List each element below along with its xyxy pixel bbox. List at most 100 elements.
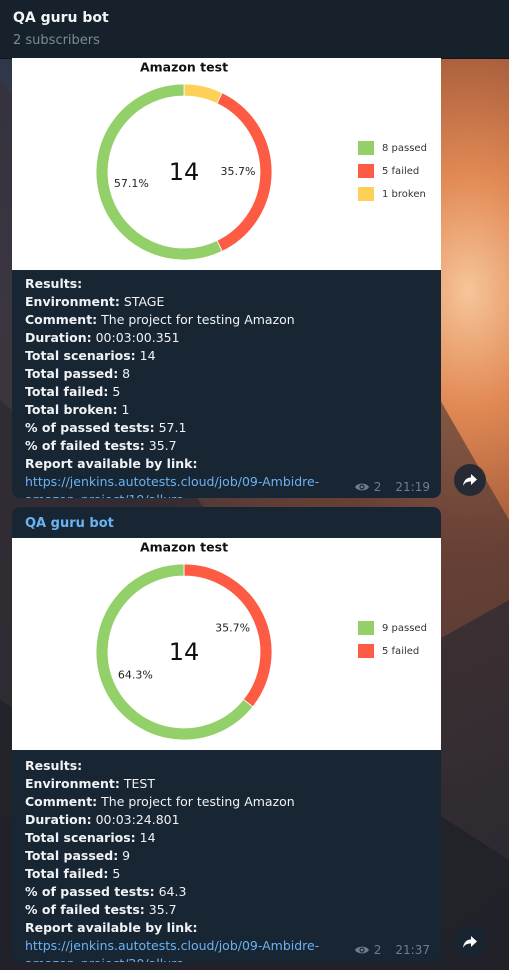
result-line: Environment: TEST <box>25 775 430 793</box>
result-value: 35.7 <box>144 438 177 453</box>
result-label: Results: <box>25 276 83 291</box>
chart-center-total: 14 <box>169 158 200 186</box>
result-line: Results: <box>25 757 430 775</box>
channel-title: QA guru bot <box>13 10 109 26</box>
result-line: % of passed tests: 57.1 <box>25 419 430 437</box>
chart-center-total: 14 <box>169 638 200 666</box>
result-value: 5 <box>108 866 121 881</box>
result-label: Duration: <box>25 812 92 827</box>
slice-label: 35.7% <box>215 622 250 635</box>
result-label: Duration: <box>25 330 92 345</box>
pie-chart: Amazon test 35.7% 57.1% 14 8 passed 5 failed 1… <box>95 60 427 261</box>
message-time: 21:37 <box>395 943 430 957</box>
share-arrow-icon <box>463 474 477 486</box>
result-line: Comment: The project for testing Amazon <box>25 793 430 811</box>
message-time: 21:19 <box>395 480 430 494</box>
chart-title: Amazon test <box>140 540 228 555</box>
result-value: 14 <box>135 830 156 845</box>
pie-chart: Amazon test 35.7% 64.3% 14 9 passed 5 failed <box>95 540 427 741</box>
result-label: Results: <box>25 758 83 773</box>
chat-header[interactable]: QA guru bot 2 subscribers <box>0 0 509 59</box>
result-label: Environment: <box>25 294 120 309</box>
legend-swatch <box>358 164 374 178</box>
result-line: % of failed tests: 35.7 <box>25 437 430 455</box>
result-label: Comment: <box>25 312 98 327</box>
share-arrow-icon <box>463 936 477 948</box>
view-count: 2 <box>373 480 382 494</box>
legend-swatch <box>358 141 374 155</box>
report-link[interactable]: https://jenkins.autotests.cloud/job/09-A… <box>25 938 319 962</box>
result-label: % of passed tests: <box>25 420 155 435</box>
chart-image[interactable]: Amazon test 35.7% 57.1% 14 8 passed 5 failed 1… <box>12 58 441 270</box>
result-line: Total broken: 1 <box>25 401 430 419</box>
result-line: Comment: The project for testing Amazon <box>25 311 430 329</box>
result-label: Total scenarios: <box>25 830 136 845</box>
result-line: Environment: STAGE <box>25 293 430 311</box>
legend-label: 9 passed <box>382 623 427 634</box>
legend-label: 5 failed <box>382 646 419 657</box>
legend-swatch <box>358 187 374 201</box>
eye-icon <box>354 483 369 491</box>
result-label: Total broken: <box>25 402 118 417</box>
result-line: Total failed: 5 <box>25 865 430 883</box>
result-line: Total passed: 8 <box>25 365 430 383</box>
result-line: Total scenarios: 14 <box>25 347 430 365</box>
result-value: 00:03:00.351 <box>91 330 180 345</box>
message-bubble[interactable]: Amazon test 35.7% 57.1% 14 8 passed 5 failed 1… <box>12 58 441 498</box>
result-label: Total passed: <box>25 848 119 863</box>
pie-slice <box>95 83 223 261</box>
result-label: % of failed tests: <box>25 438 145 453</box>
result-line: Duration: 00:03:24.801 <box>25 811 430 829</box>
result-label: Total failed: <box>25 384 109 399</box>
result-label: Total passed: <box>25 366 119 381</box>
message-meta: 2 21:37 <box>354 943 430 957</box>
result-value: 14 <box>135 348 156 363</box>
result-value: 57.1 <box>154 420 187 435</box>
legend-label: 5 failed <box>382 166 419 177</box>
result-value: 8 <box>118 366 131 381</box>
message-meta: 2 21:19 <box>354 480 430 494</box>
view-count: 2 <box>373 943 382 957</box>
pie-slice <box>183 563 273 708</box>
result-line: Total scenarios: 14 <box>25 829 430 847</box>
result-value: 00:03:24.801 <box>91 812 180 827</box>
result-value: 9 <box>118 848 131 863</box>
result-label: % of passed tests: <box>25 884 155 899</box>
slice-label: 57.1% <box>114 177 149 190</box>
result-line: Results: <box>25 275 430 293</box>
result-label: Total failed: <box>25 866 109 881</box>
result-line: Duration: 00:03:00.351 <box>25 329 430 347</box>
sender-name[interactable]: QA guru bot <box>25 516 114 531</box>
slice-label: 35.7% <box>221 165 256 178</box>
share-button[interactable] <box>454 464 486 496</box>
result-label: Environment: <box>25 776 120 791</box>
chart-image[interactable]: Amazon test 35.7% 64.3% 14 9 passed 5 failed <box>12 538 441 750</box>
report-label: Report available by link: <box>25 456 198 471</box>
result-label: Comment: <box>25 794 98 809</box>
result-value: 5 <box>108 384 121 399</box>
subscriber-count: 2 subscribers <box>13 33 100 48</box>
result-line: % of passed tests: 64.3 <box>25 883 430 901</box>
chart-title: Amazon test <box>140 60 228 75</box>
result-value: TEST <box>119 776 155 791</box>
result-line: Total passed: 9 <box>25 847 430 865</box>
legend-label: 1 broken <box>382 189 426 200</box>
report-label: Report available by link: <box>25 920 198 935</box>
legend-swatch <box>358 644 374 658</box>
result-label: Total scenarios: <box>25 348 136 363</box>
legend-swatch <box>358 621 374 635</box>
result-value: STAGE <box>119 294 165 309</box>
report-link[interactable]: https://jenkins.autotests.cloud/job/09-A… <box>25 474 319 498</box>
result-line: Total failed: 5 <box>25 383 430 401</box>
result-value: The project for testing Amazon <box>97 312 295 327</box>
result-value: 35.7 <box>144 902 177 917</box>
message-bubble[interactable]: QA guru bot Amazon test 35.7% 64.3% 14 9 pas… <box>12 507 441 962</box>
result-value: The project for testing Amazon <box>97 794 295 809</box>
share-button[interactable] <box>454 926 486 958</box>
result-label: % of failed tests: <box>25 902 145 917</box>
result-line: % of failed tests: 35.7 <box>25 901 430 919</box>
result-value: 64.3 <box>154 884 187 899</box>
message-text: Results: Environment: STAGE Comment: The p… <box>25 275 430 498</box>
slice-label: 64.3% <box>118 668 153 681</box>
legend-label: 8 passed <box>382 143 427 154</box>
